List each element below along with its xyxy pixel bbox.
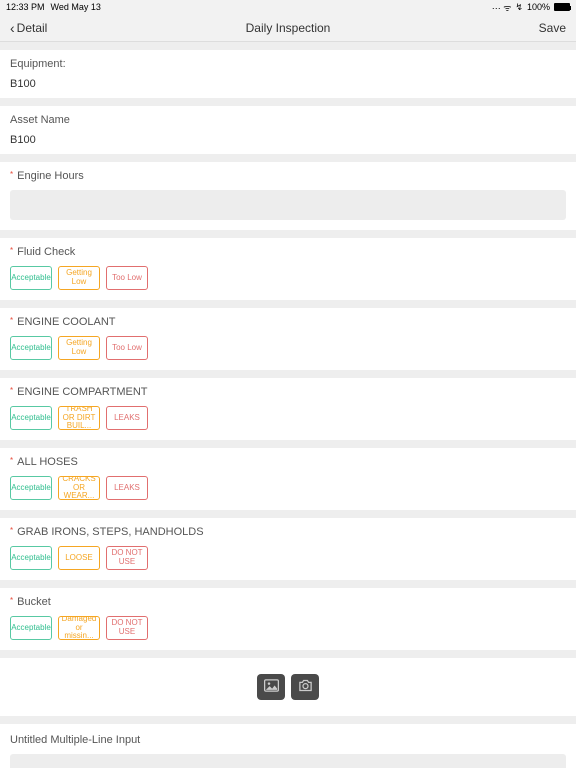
hoses-acceptable-button[interactable]: Acceptable bbox=[10, 476, 52, 500]
equipment-value: B100 bbox=[10, 78, 566, 90]
status-date: Wed May 13 bbox=[51, 2, 101, 12]
camera-icon bbox=[298, 679, 313, 695]
bucket-acceptable-button[interactable]: Acceptable bbox=[10, 616, 52, 640]
battery-percent: 100% bbox=[527, 2, 550, 12]
required-icon: * bbox=[10, 527, 13, 535]
engine-hours-label: Engine Hours bbox=[17, 170, 84, 182]
engine-coolant-label: ENGINE COOLANT bbox=[17, 316, 115, 328]
required-icon: * bbox=[10, 457, 13, 465]
hoses-cracks-button[interactable]: CRACKS OR WEAR... bbox=[58, 476, 100, 500]
bucket-do-not-use-button[interactable]: DO NOT USE bbox=[106, 616, 148, 640]
fluid-check-label: Fluid Check bbox=[17, 246, 75, 258]
status-bar: 12:33 PM Wed May 13 ⋯ ᯤ ↯ 100% bbox=[0, 0, 576, 14]
fluid-getting-low-button[interactable]: Getting Low bbox=[58, 266, 100, 290]
required-icon: * bbox=[10, 247, 13, 255]
fluid-check-section: * Fluid Check Acceptable Getting Low Too… bbox=[0, 238, 576, 300]
coolant-getting-low-button[interactable]: Getting Low bbox=[58, 336, 100, 360]
grab-loose-button[interactable]: LOOSE bbox=[58, 546, 100, 570]
engine-hours-section: * Engine Hours bbox=[0, 162, 576, 230]
all-hoses-section: * ALL HOSES Acceptable CRACKS OR WEAR...… bbox=[0, 448, 576, 510]
grab-acceptable-button[interactable]: Acceptable bbox=[10, 546, 52, 570]
camera-button[interactable] bbox=[291, 674, 319, 700]
grab-do-not-use-button[interactable]: DO NOT USE bbox=[106, 546, 148, 570]
battery-icon bbox=[554, 3, 570, 11]
bucket-damaged-button[interactable]: Damaged or missin... bbox=[58, 616, 100, 640]
fluid-too-low-button[interactable]: Too Low bbox=[106, 266, 148, 290]
nav-bar: ‹ Detail Daily Inspection Save bbox=[0, 14, 576, 42]
compartment-acceptable-button[interactable]: Acceptable bbox=[10, 406, 52, 430]
required-icon: * bbox=[10, 171, 13, 179]
hoses-leaks-button[interactable]: LEAKS bbox=[106, 476, 148, 500]
engine-compartment-section: * ENGINE COMPARTMENT Acceptable TRASH OR… bbox=[0, 378, 576, 440]
asset-label: Asset Name bbox=[10, 114, 566, 126]
media-row bbox=[0, 658, 576, 716]
charge-icon: ↯ bbox=[515, 2, 523, 13]
multiline-input[interactable] bbox=[10, 754, 566, 768]
required-icon: * bbox=[10, 387, 13, 395]
page-title: Daily Inspection bbox=[246, 21, 331, 35]
status-time: 12:33 PM bbox=[6, 2, 45, 12]
chevron-left-icon: ‹ bbox=[10, 21, 15, 35]
grab-irons-section: * GRAB IRONS, STEPS, HANDHOLDS Acceptabl… bbox=[0, 518, 576, 580]
required-icon: * bbox=[10, 317, 13, 325]
fluid-acceptable-button[interactable]: Acceptable bbox=[10, 266, 52, 290]
multiline-section: Untitled Multiple-Line Input bbox=[0, 724, 576, 768]
wifi-icon: ⋯ ᯤ bbox=[492, 1, 512, 14]
engine-hours-input[interactable] bbox=[10, 190, 566, 220]
equipment-label: Equipment: bbox=[10, 58, 566, 70]
asset-card: Asset Name B100 bbox=[0, 106, 576, 154]
coolant-too-low-button[interactable]: Too Low bbox=[106, 336, 148, 360]
image-icon bbox=[264, 679, 279, 695]
save-button[interactable]: Save bbox=[539, 21, 566, 35]
equipment-card: Equipment: B100 bbox=[0, 50, 576, 98]
compartment-leaks-button[interactable]: LEAKS bbox=[106, 406, 148, 430]
gallery-button[interactable] bbox=[257, 674, 285, 700]
bucket-section: * Bucket Acceptable Damaged or missin...… bbox=[0, 588, 576, 650]
multiline-label: Untitled Multiple-Line Input bbox=[10, 734, 566, 746]
back-button[interactable]: ‹ Detail bbox=[10, 21, 47, 35]
bucket-label: Bucket bbox=[17, 596, 51, 608]
all-hoses-label: ALL HOSES bbox=[17, 456, 78, 468]
back-label: Detail bbox=[17, 21, 48, 35]
engine-coolant-section: * ENGINE COOLANT Acceptable Getting Low … bbox=[0, 308, 576, 370]
required-icon: * bbox=[10, 597, 13, 605]
grab-irons-label: GRAB IRONS, STEPS, HANDHOLDS bbox=[17, 526, 203, 538]
coolant-acceptable-button[interactable]: Acceptable bbox=[10, 336, 52, 360]
asset-value: B100 bbox=[10, 134, 566, 146]
engine-compartment-label: ENGINE COMPARTMENT bbox=[17, 386, 147, 398]
compartment-trash-button[interactable]: TRASH OR DIRT BUIL... bbox=[58, 406, 100, 430]
